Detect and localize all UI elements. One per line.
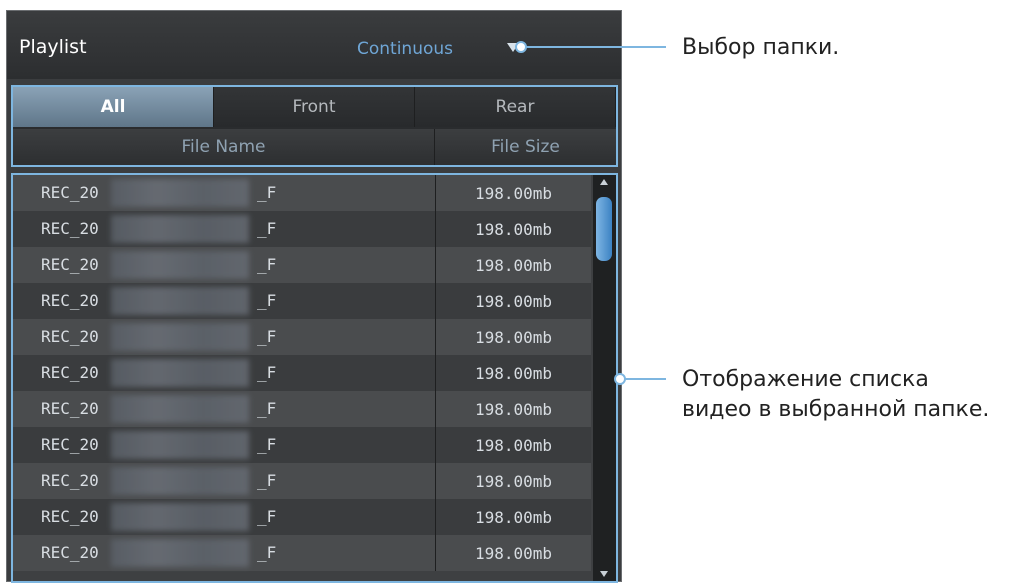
redacted-timestamp	[111, 395, 249, 423]
redacted-timestamp	[111, 539, 249, 567]
playlist-header: Playlist Continuous	[7, 11, 621, 79]
table-row[interactable]: REC_20 _F 198.00mb	[13, 427, 591, 463]
file-name-suffix: _F	[257, 363, 277, 382]
file-name-suffix: _F	[257, 507, 277, 526]
file-rows: REC_20 _F 198.00mb REC_20 _F 198.00mb REC_20 _F…	[13, 175, 591, 571]
file-name-prefix: REC_20	[41, 471, 99, 490]
file-name-suffix: _F	[257, 471, 277, 490]
table-row[interactable]: REC_20 _F 198.00mb	[13, 211, 591, 247]
file-name-prefix: REC_20	[41, 399, 99, 418]
table-row[interactable]: REC_20 _F 198.00mb	[13, 175, 591, 211]
playlist-title: Playlist	[19, 36, 87, 58]
table-row[interactable]: REC_20 _F 198.00mb	[13, 283, 591, 319]
file-size-cell: 198.00mb	[435, 463, 591, 499]
callout-folder-select: Выбор папки.	[682, 35, 840, 60]
redacted-timestamp	[111, 431, 249, 459]
file-size-cell: 198.00mb	[435, 319, 591, 355]
tabs-and-columns-box: All Front Rear File Name File Size	[11, 85, 618, 167]
redacted-timestamp	[111, 503, 249, 531]
callout-line-folder	[526, 46, 666, 48]
file-size-cell: 198.00mb	[435, 535, 591, 571]
file-name-suffix: _F	[257, 183, 277, 202]
callout-list-line1: Отображение списка	[682, 367, 929, 392]
folder-mode-dropdown[interactable]: Continuous	[357, 39, 519, 65]
file-size-cell: 198.00mb	[435, 211, 591, 247]
redacted-timestamp	[111, 323, 249, 351]
file-name-suffix: _F	[257, 255, 277, 274]
file-name-prefix: REC_20	[41, 435, 99, 454]
scrollbar[interactable]	[593, 175, 616, 581]
file-name-suffix: _F	[257, 435, 277, 454]
column-file-size[interactable]: File Size	[435, 129, 616, 165]
file-size-cell: 198.00mb	[435, 283, 591, 319]
file-name-prefix: REC_20	[41, 183, 99, 202]
playlist-panel: Playlist Continuous All Front Rear File …	[6, 10, 622, 583]
file-size-cell: 198.00mb	[435, 175, 591, 211]
file-name-suffix: _F	[257, 399, 277, 418]
tab-rear[interactable]: Rear	[415, 87, 616, 127]
file-name-prefix: REC_20	[41, 255, 99, 274]
file-size-cell: 198.00mb	[435, 427, 591, 463]
redacted-timestamp	[111, 287, 249, 315]
scroll-up-arrow-icon[interactable]	[600, 179, 608, 185]
file-name-suffix: _F	[257, 291, 277, 310]
callout-list-line2: видео в выбранной папке.	[682, 397, 990, 422]
tab-all[interactable]: All	[13, 87, 214, 127]
column-file-name[interactable]: File Name	[13, 129, 435, 165]
redacted-timestamp	[111, 467, 249, 495]
redacted-timestamp	[111, 215, 249, 243]
table-row[interactable]: REC_20 _F 198.00mb	[13, 535, 591, 571]
file-name-prefix: REC_20	[41, 327, 99, 346]
folder-mode-label: Continuous	[357, 39, 454, 59]
redacted-timestamp	[111, 251, 249, 279]
file-size-cell: 198.00mb	[435, 355, 591, 391]
file-name-suffix: _F	[257, 327, 277, 346]
table-row[interactable]: REC_20 _F 198.00mb	[13, 499, 591, 535]
camera-tabs: All Front Rear	[13, 87, 616, 127]
file-name-prefix: REC_20	[41, 543, 99, 562]
file-name-suffix: _F	[257, 543, 277, 562]
file-size-cell: 198.00mb	[435, 391, 591, 427]
table-row[interactable]: REC_20 _F 198.00mb	[13, 463, 591, 499]
file-name-suffix: _F	[257, 219, 277, 238]
scroll-thumb[interactable]	[596, 197, 612, 261]
table-row[interactable]: REC_20 _F 198.00mb	[13, 391, 591, 427]
file-name-prefix: REC_20	[41, 291, 99, 310]
table-row[interactable]: REC_20 _F 198.00mb	[13, 247, 591, 283]
callout-line-list	[625, 378, 666, 380]
table-row[interactable]: REC_20 _F 198.00mb	[13, 355, 591, 391]
file-name-prefix: REC_20	[41, 507, 99, 526]
tab-front[interactable]: Front	[214, 87, 415, 127]
file-name-prefix: REC_20	[41, 219, 99, 238]
file-list: REC_20 _F 198.00mb REC_20 _F 198.00mb REC_20 _F…	[11, 173, 618, 583]
table-row[interactable]: REC_20 _F 198.00mb	[13, 319, 591, 355]
column-headers: File Name File Size	[13, 129, 616, 165]
file-size-cell: 198.00mb	[435, 499, 591, 535]
redacted-timestamp	[111, 179, 249, 207]
redacted-timestamp	[111, 359, 249, 387]
file-name-prefix: REC_20	[41, 363, 99, 382]
file-size-cell: 198.00mb	[435, 247, 591, 283]
scroll-down-arrow-icon[interactable]	[600, 571, 608, 577]
